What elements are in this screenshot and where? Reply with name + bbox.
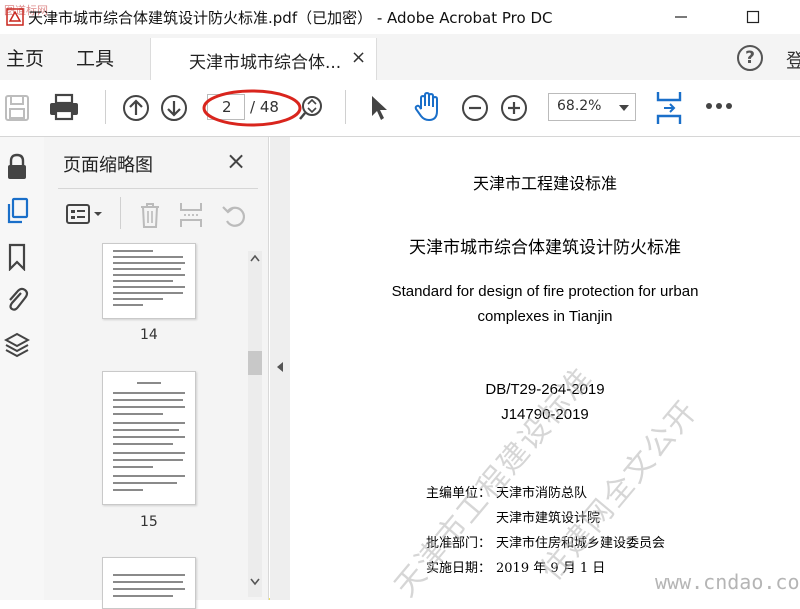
lock-icon[interactable]	[6, 153, 28, 181]
home-menu[interactable]: 主页	[6, 44, 44, 71]
insert-pages-icon[interactable]	[178, 201, 204, 229]
previous-page-icon[interactable]	[122, 94, 150, 122]
layers-icon[interactable]	[4, 331, 30, 359]
panel-divider	[58, 188, 258, 189]
standard-series: 天津市工程建设标准	[472, 174, 617, 193]
tools-menu[interactable]: 工具	[76, 44, 114, 71]
minimize-button[interactable]	[658, 4, 704, 30]
save-icon[interactable]	[4, 94, 30, 122]
delete-pages-icon[interactable]	[138, 201, 162, 229]
sign-in-link[interactable]: 登	[786, 46, 800, 73]
document-title-en-line2: complexes in Tianjin	[477, 308, 613, 325]
page-thumbnail[interactable]	[102, 557, 196, 609]
page-thumbnail[interactable]	[102, 243, 196, 319]
fit-page-icon[interactable]	[654, 90, 684, 126]
window-title: 天津市城市综合体建筑设计防火标准.pdf（已加密） - Adobe Acroba…	[28, 9, 553, 27]
menu-bar: 主页 工具	[0, 34, 800, 81]
highlight-circle	[202, 89, 302, 127]
page-thumbnails-panel: 页面缩略图 × 14 15	[44, 137, 269, 609]
thumbnail-page-label: 15	[140, 514, 158, 530]
panel-collapse-strip[interactable]	[270, 137, 290, 600]
panel-title: 页面缩略图	[63, 155, 153, 176]
maximize-icon	[746, 10, 760, 24]
document-title-en-line1: Standard for design of fire protection f…	[391, 283, 699, 300]
maximize-button[interactable]	[730, 4, 776, 30]
thumbnail-page-label: 14	[140, 327, 158, 343]
minimize-icon	[675, 16, 687, 18]
attachment-icon[interactable]	[5, 285, 29, 313]
toolbar-divider	[345, 90, 346, 124]
rotate-icon[interactable]	[220, 201, 248, 229]
close-tab-icon[interactable]: ×	[351, 47, 366, 68]
toolbar-divider	[105, 90, 106, 124]
thumbnail-options-icon[interactable]	[66, 203, 106, 225]
site-watermark: www.cndao.com	[655, 570, 800, 594]
zoom-in-icon[interactable]	[500, 94, 528, 122]
title-bar: 图道标网 天津市城市综合体建筑设计防火标准.pdf（已加密） - Adobe A…	[0, 0, 800, 34]
zoom-select[interactable]: 68.2%	[548, 93, 636, 121]
select-cursor-icon[interactable]	[368, 94, 390, 122]
panel-toolbar-divider	[120, 197, 121, 229]
zoom-out-icon[interactable]	[461, 94, 489, 122]
thumbnail-scrollbar[interactable]	[248, 251, 262, 597]
page-select-icon[interactable]	[298, 94, 324, 122]
document-tab-label: 天津市城市综合体...	[189, 53, 342, 73]
more-options-icon[interactable]	[705, 100, 733, 112]
document-tab[interactable]: 天津市城市综合体... ×	[150, 38, 377, 80]
chevron-down-icon	[619, 105, 629, 111]
close-panel-icon[interactable]: ×	[226, 147, 246, 175]
page-thumbnail[interactable]	[102, 371, 196, 505]
left-navigation-rail	[0, 137, 45, 600]
scroll-down-icon[interactable]	[249, 577, 261, 587]
document-page: 天津市工程建设标准 天津市城市综合体建筑设计防火标准 Standard for …	[290, 137, 800, 600]
hand-tool-icon[interactable]	[413, 91, 443, 123]
print-icon[interactable]	[48, 93, 80, 121]
next-page-icon[interactable]	[160, 94, 188, 122]
help-icon[interactable]: ?	[737, 45, 763, 71]
collapse-arrow-icon[interactable]	[276, 361, 284, 373]
zoom-value: 68.2%	[557, 98, 602, 114]
document-title-cn: 天津市城市综合体建筑设计防火标准	[409, 238, 681, 258]
scroll-up-icon[interactable]	[249, 253, 261, 263]
page-thumbnails-icon[interactable]	[5, 197, 31, 225]
bookmark-icon[interactable]	[7, 243, 27, 271]
scrollbar-thumb[interactable]	[248, 351, 262, 375]
